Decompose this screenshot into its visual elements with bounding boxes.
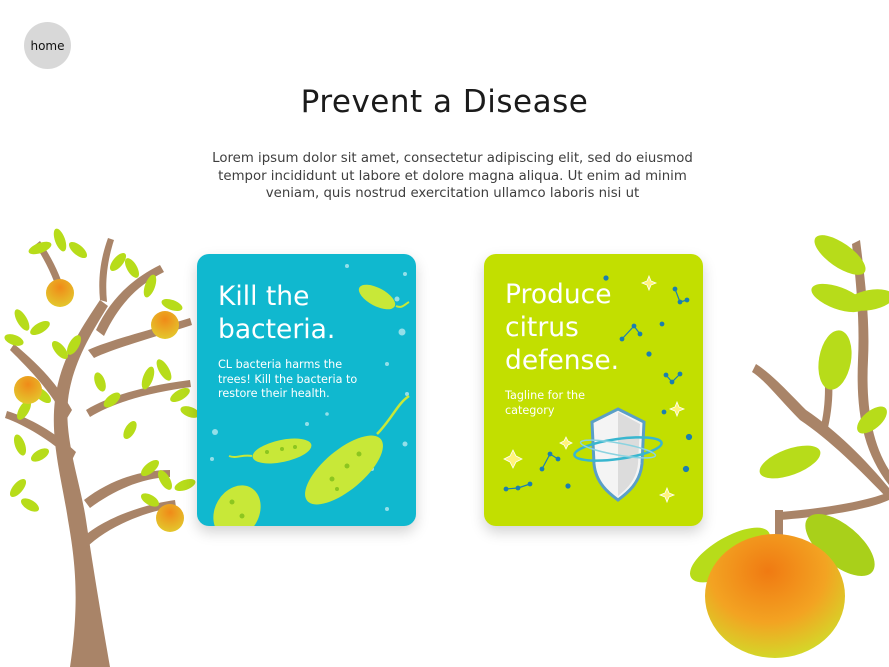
- orange-fruit: [46, 279, 74, 307]
- orange-fruit: [151, 311, 179, 339]
- bacterium-icon: [228, 438, 312, 464]
- left-tree: [4, 228, 200, 667]
- bacterium-icon: [305, 394, 410, 505]
- card-description: Tagline for the category: [505, 389, 585, 417]
- shield-icon: [573, 407, 663, 502]
- orange-fruit: [156, 504, 184, 532]
- orange-fruit: [14, 376, 42, 404]
- home-button[interactable]: home: [24, 22, 71, 69]
- card-title: Kill the bacteria.: [218, 281, 336, 345]
- card-citrus-defense[interactable]: Produce citrus defense. Tagline for the …: [484, 254, 703, 526]
- card-kill-bacteria[interactable]: Kill the bacteria. CL bacteria harms the…: [197, 254, 416, 526]
- card-description: CL bacteria harms the trees! Kill the ba…: [218, 358, 358, 400]
- large-orange-fruit: [705, 534, 845, 658]
- right-tree: [690, 235, 889, 658]
- bacterium-icon: [358, 284, 410, 310]
- intro-text: Lorem ipsum dolor sit amet, consectetur …: [212, 151, 693, 201]
- page-title: Prevent a Disease: [300, 84, 589, 120]
- card-title: Produce citrus defense.: [505, 279, 620, 376]
- bacterium-icon: [213, 485, 261, 526]
